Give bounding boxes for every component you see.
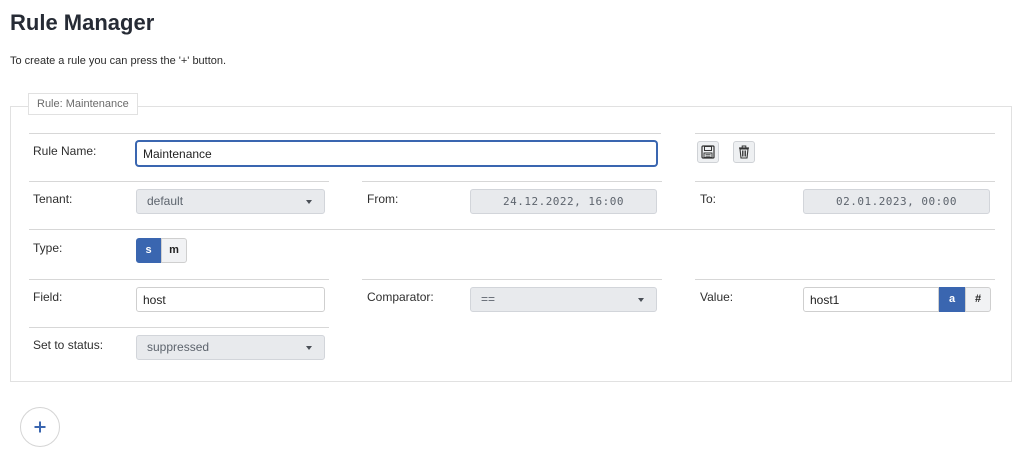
divider xyxy=(29,327,329,328)
status-select[interactable]: suppressed xyxy=(136,335,325,360)
divider xyxy=(695,133,995,134)
type-option-m[interactable]: m xyxy=(161,238,187,263)
divider xyxy=(29,181,329,182)
page-subtitle: To create a rule you can press the '+' b… xyxy=(10,55,227,67)
field-input[interactable] xyxy=(136,287,325,312)
rule-manager-page: Rule Manager To create a rule you can pr… xyxy=(0,0,1024,466)
chevron-down-icon xyxy=(306,346,312,350)
type-option-s[interactable]: s xyxy=(136,238,161,263)
chevron-down-icon xyxy=(306,200,312,204)
delete-button[interactable] xyxy=(733,141,755,163)
value-input[interactable] xyxy=(803,287,939,312)
type-label: Type: xyxy=(33,241,63,255)
divider xyxy=(695,279,995,280)
to-date-input[interactable] xyxy=(803,189,990,214)
tenant-label: Tenant: xyxy=(33,192,73,206)
divider xyxy=(29,229,995,230)
value-label: Value: xyxy=(700,290,734,304)
divider xyxy=(29,279,329,280)
value-mode-hash[interactable]: # xyxy=(965,287,991,312)
rule-legend: Rule: Maintenance xyxy=(28,93,138,115)
comparator-label: Comparator: xyxy=(367,290,434,304)
from-date-input[interactable] xyxy=(470,189,657,214)
value-mode-a[interactable]: a xyxy=(939,287,965,312)
comparator-select[interactable]: == xyxy=(470,287,657,312)
divider xyxy=(362,181,662,182)
floppy-disk-icon xyxy=(701,145,715,159)
field-label: Field: xyxy=(33,290,63,304)
divider xyxy=(695,181,995,182)
status-label: Set to status: xyxy=(33,338,104,352)
save-button[interactable] xyxy=(697,141,719,163)
comparator-select-value: == xyxy=(481,292,496,306)
page-title: Rule Manager xyxy=(10,10,155,35)
status-select-value: suppressed xyxy=(147,340,210,354)
to-label: To: xyxy=(700,192,717,206)
rule-name-label: Rule Name: xyxy=(33,144,97,158)
tenant-select-value: default xyxy=(147,194,184,208)
rule-name-input[interactable] xyxy=(136,141,657,166)
plus-icon xyxy=(34,421,46,433)
divider xyxy=(29,133,661,134)
from-label: From: xyxy=(367,192,399,206)
trash-icon xyxy=(739,145,749,159)
chevron-down-icon xyxy=(638,298,644,302)
tenant-select[interactable]: default xyxy=(136,189,325,214)
add-rule-button[interactable] xyxy=(20,407,60,447)
divider xyxy=(362,279,662,280)
